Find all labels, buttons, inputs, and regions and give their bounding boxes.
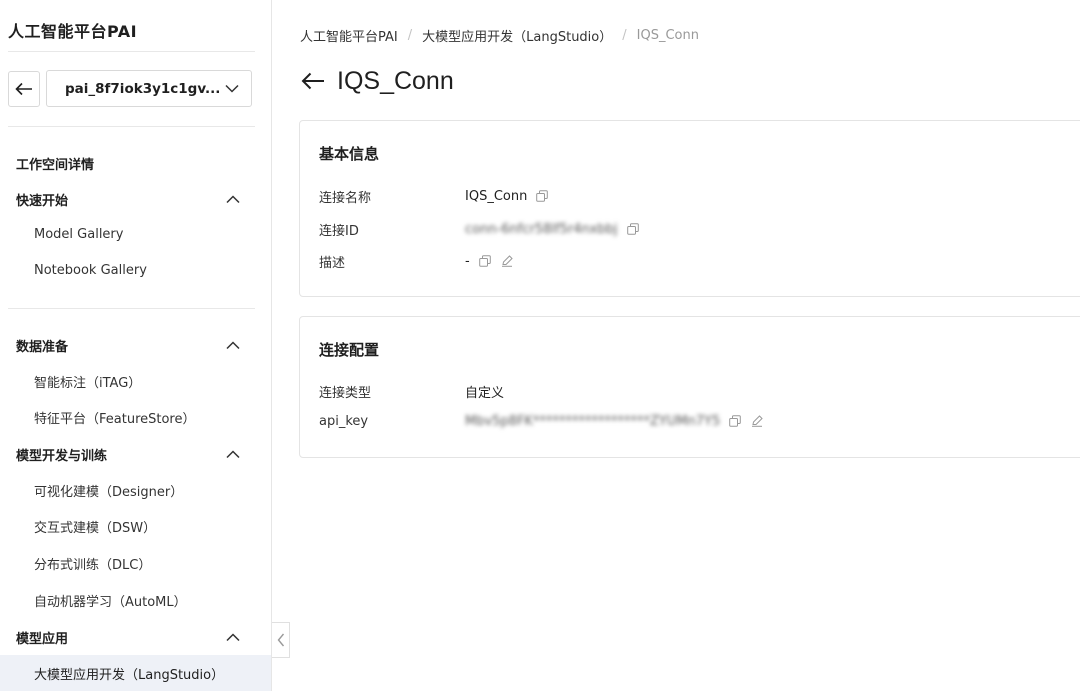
- chevron-left-icon: [277, 633, 284, 647]
- nav-group-label: 快速开始: [16, 193, 69, 209]
- nav-item-label: 大模型应用开发（LangStudio）: [34, 667, 225, 683]
- nav-group-label: 模型应用: [16, 631, 69, 647]
- nav-item-automl[interactable]: 自动机器学习（AutoML）: [34, 591, 187, 610]
- breadcrumb-current: IQS_Conn: [636, 28, 699, 43]
- description-value: -: [465, 253, 470, 269]
- nav-item-langstudio[interactable]: 大模型应用开发（LangStudio）: [0, 655, 271, 691]
- breadcrumb-separator: /: [622, 28, 627, 43]
- info-value: conn-6nfcr58lf5r4nxbbj: [465, 222, 640, 237]
- app-title: 人工智能平台PAI: [8, 22, 138, 41]
- chevron-up-icon: [226, 194, 240, 203]
- nav-group-quick-start[interactable]: 快速开始: [16, 187, 240, 211]
- breadcrumb-item-langstudio[interactable]: 大模型应用开发（LangStudio）: [422, 26, 612, 45]
- sidebar-collapse-button[interactable]: [272, 622, 290, 658]
- conn-id-value: conn-6nfcr58lf5r4nxbbj: [465, 221, 618, 237]
- back-button[interactable]: [8, 71, 40, 107]
- arrow-left-icon: [15, 82, 32, 96]
- breadcrumb-item-pai[interactable]: 人工智能平台PAI: [300, 26, 398, 45]
- nav-item-dlc[interactable]: 分布式训练（DLC）: [34, 554, 151, 573]
- conn-config-card: 连接配置 连接类型 自定义 api_key Mbv5p8FK**********…: [299, 316, 1080, 458]
- info-value: -: [465, 254, 514, 269]
- config-label: 连接类型: [319, 385, 372, 401]
- card-title: 连接配置: [319, 341, 380, 359]
- conn-name-value: IQS_Conn: [465, 188, 528, 204]
- config-value: 自定义: [465, 382, 504, 401]
- info-row-conn-id: 连接ID conn-6nfcr58lf5r4nxbbj: [319, 218, 1079, 240]
- copy-icon[interactable]: [535, 189, 549, 203]
- chevron-up-icon: [226, 449, 240, 458]
- config-label: api_key: [319, 413, 369, 429]
- edit-icon[interactable]: [500, 254, 514, 268]
- copy-icon[interactable]: [626, 222, 640, 236]
- info-label: 描述: [319, 255, 346, 271]
- conn-type-value: 自定义: [465, 385, 505, 401]
- arrow-left-icon: [301, 72, 324, 90]
- config-row-api-key: api_key Mbv5p8FK******************ZYUMn7…: [319, 410, 1079, 432]
- nav-group-label: 模型开发与训练: [16, 448, 108, 464]
- nav-item-itag[interactable]: 智能标注（iTAG）: [34, 372, 141, 391]
- workspace-select[interactable]: pai_8f7iok3y1c1gv...: [46, 70, 252, 107]
- info-label: 连接名称: [319, 190, 372, 206]
- basic-info-card: 基本信息 连接名称 IQS_Conn 连接ID conn-6nfcr58lf5r…: [299, 120, 1080, 297]
- api-key-value: Mbv5p8FK******************ZYUMn7Y5: [465, 413, 721, 429]
- copy-icon[interactable]: [728, 414, 742, 428]
- info-row-conn-name: 连接名称 IQS_Conn: [319, 185, 1079, 207]
- page-header: IQS_Conn: [299, 63, 454, 99]
- chevron-up-icon: [226, 340, 240, 349]
- divider: [8, 51, 255, 52]
- config-value: Mbv5p8FK******************ZYUMn7Y5: [465, 414, 764, 429]
- breadcrumb-separator: /: [407, 28, 413, 43]
- nav-item-model-gallery[interactable]: Model Gallery: [34, 227, 123, 242]
- nav-group-data-prep[interactable]: 数据准备: [16, 333, 240, 357]
- chevron-up-icon: [226, 632, 240, 641]
- divider: [8, 126, 255, 127]
- nav-item-designer[interactable]: 可视化建模（Designer）: [34, 481, 183, 500]
- info-value: IQS_Conn: [465, 189, 549, 204]
- nav-item-dsw[interactable]: 交互式建模（DSW）: [34, 517, 156, 536]
- nav-item-featurestore[interactable]: 特征平台（FeatureStore）: [34, 408, 196, 427]
- nav-group-label: 数据准备: [16, 339, 69, 355]
- page-back-button[interactable]: [299, 67, 327, 95]
- card-title: 基本信息: [319, 145, 380, 163]
- workspace-select-value: pai_8f7iok3y1c1gv...: [65, 80, 221, 97]
- edit-icon[interactable]: [750, 414, 764, 428]
- info-row-description: 描述 -: [319, 250, 1079, 272]
- nav-group-model-app[interactable]: 模型应用: [16, 625, 240, 649]
- copy-icon[interactable]: [478, 254, 492, 268]
- breadcrumb: 人工智能平台PAI / 大模型应用开发（LangStudio） / IQS_Co…: [300, 26, 699, 45]
- chevron-down-icon: [225, 84, 239, 93]
- config-row-conn-type: 连接类型 自定义: [319, 380, 1079, 402]
- nav-workspace-details[interactable]: 工作空间详情: [16, 154, 94, 173]
- nav-item-notebook-gallery[interactable]: Notebook Gallery: [34, 263, 147, 278]
- nav-group-model-dev[interactable]: 模型开发与训练: [16, 442, 240, 466]
- divider: [8, 308, 255, 309]
- sidebar: 人工智能平台PAI pai_8f7iok3y1c1gv... 工作空间详情 快速…: [0, 0, 272, 691]
- info-label: 连接ID: [319, 223, 359, 239]
- page-title: IQS_Conn: [337, 66, 454, 95]
